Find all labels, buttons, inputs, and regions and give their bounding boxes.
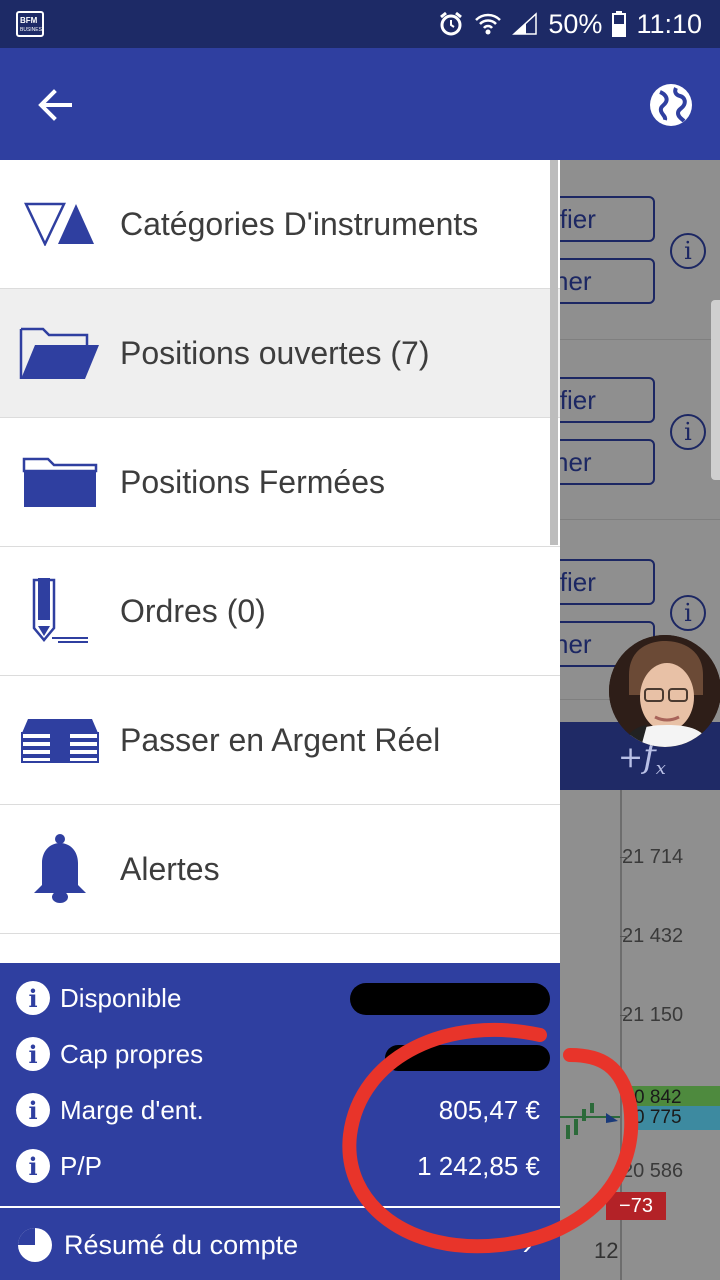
account-row-pl: i P/P 1 242,85 € <box>0 1138 560 1194</box>
back-button[interactable] <box>30 80 80 130</box>
battery-percent: 50% <box>548 8 603 39</box>
svg-text:BFM: BFM <box>20 16 38 25</box>
money-stack-icon <box>0 676 120 804</box>
signal-icon <box>512 12 538 36</box>
globe-button[interactable] <box>646 80 696 130</box>
info-icon[interactable]: i <box>16 1037 50 1071</box>
globe-icon <box>650 84 692 126</box>
wifi-icon <box>474 12 502 36</box>
alarm-icon <box>438 11 464 37</box>
status-bar: BFM BUSINESS 50% 11:10 <box>0 0 720 48</box>
price-tag: 0 775 <box>630 1106 720 1130</box>
summary-label: Résumé du compte <box>64 1229 299 1260</box>
menu-item-closed-positions[interactable]: Positions Fermées <box>0 418 560 547</box>
menu-item-label: Positions ouvertes (7) <box>120 334 430 371</box>
axis-tick: 20 586 <box>619 1160 684 1182</box>
menu-item-label: Positions Fermées <box>120 463 385 500</box>
redaction-mark <box>350 983 550 1015</box>
battery-icon <box>612 11 627 37</box>
info-icon[interactable]: i <box>670 414 706 450</box>
divider <box>0 1206 560 1208</box>
info-icon[interactable]: i <box>670 595 706 631</box>
menu-item-label: Passer en Argent Réel <box>120 721 441 758</box>
info-icon[interactable]: i <box>670 233 706 269</box>
pl-tag: −73 <box>606 1192 666 1220</box>
folder-open-icon <box>0 289 120 417</box>
account-value: 1 242,85 € <box>417 1150 540 1181</box>
menu-item-alerts[interactable]: Alertes <box>0 805 560 934</box>
app-bar <box>0 48 720 160</box>
folder-closed-icon <box>0 418 120 546</box>
info-icon[interactable]: i <box>16 981 50 1015</box>
chevron-right-icon: › <box>522 1229 532 1260</box>
menu-item-instrument-categories[interactable]: Catégories D'instruments <box>0 160 560 289</box>
info-icon[interactable]: i <box>16 1093 50 1127</box>
menu-item-label: Alertes <box>120 850 220 887</box>
axis-tick: 21 714 <box>619 846 684 868</box>
account-row-margin: i Marge d'ent. 805,47 € <box>0 1082 560 1138</box>
pencil-icon <box>0 547 120 675</box>
advisor-avatar[interactable] <box>609 635 720 747</box>
menu-item-label: Catégories D'instruments <box>120 205 479 242</box>
axis-tick: 21 432 <box>619 925 684 947</box>
account-summary-link[interactable]: Résumé du compte › <box>0 1217 560 1273</box>
bfm-business-icon: BFM BUSINESS <box>16 10 46 38</box>
date-axis-label: 12 <box>594 1238 619 1263</box>
account-label: Marge d'ent. <box>60 1094 204 1125</box>
bell-icon <box>0 805 120 933</box>
menu-item-open-positions[interactable]: Positions ouvertes (7) <box>0 289 560 418</box>
triangles-icon <box>0 160 120 288</box>
edge-scroll-handle[interactable] <box>711 300 720 480</box>
menu-item-orders[interactable]: Ordres (0) <box>0 547 560 676</box>
redaction-mark <box>385 1045 550 1071</box>
account-value: 805,47 € <box>438 1094 540 1125</box>
candlestick-chart <box>560 1095 620 1155</box>
menu-item-real-money[interactable]: Passer en Argent Réel <box>0 676 560 805</box>
axis-tick: 21 150 <box>619 1004 684 1026</box>
info-icon[interactable]: i <box>16 1149 50 1183</box>
clock: 11:10 <box>636 8 702 39</box>
pie-chart-icon <box>18 1228 52 1262</box>
drawer-scrollbar[interactable] <box>550 160 558 545</box>
svg-text:BUSINESS: BUSINESS <box>20 27 44 33</box>
account-summary-panel: i Disponible i Cap propres i Marge d'ent… <box>0 963 560 1280</box>
account-label: P/P <box>60 1150 102 1181</box>
arrow-left-icon <box>38 89 72 121</box>
menu-item-label: Ordres (0) <box>120 592 266 629</box>
